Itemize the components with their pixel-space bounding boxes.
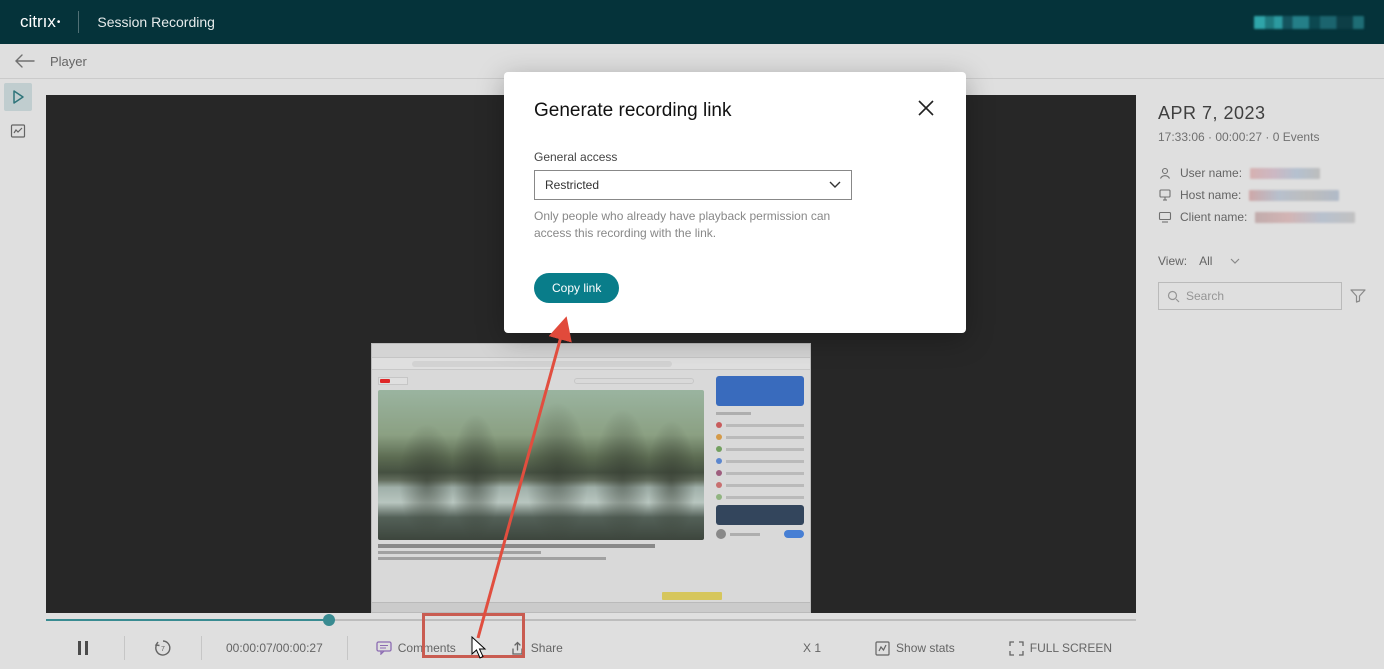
chevron-down-icon [829, 181, 841, 189]
access-help-text: Only people who already have playback pe… [534, 208, 854, 243]
copy-link-label: Copy link [552, 281, 601, 295]
access-label: General access [534, 150, 936, 164]
user-info-redacted [1254, 16, 1364, 29]
brand-logo: citrıx• [20, 11, 79, 33]
close-icon [916, 98, 936, 118]
modal-title: Generate recording link [534, 100, 732, 122]
copy-link-button[interactable]: Copy link [534, 273, 619, 303]
modal-close-button[interactable] [916, 98, 936, 124]
generate-link-modal: Generate recording link General access R… [504, 72, 966, 333]
access-select[interactable]: Restricted [534, 170, 852, 200]
top-bar: citrıx• Session Recording [0, 0, 1384, 44]
access-value: Restricted [545, 178, 599, 192]
product-name: Session Recording [79, 14, 215, 30]
